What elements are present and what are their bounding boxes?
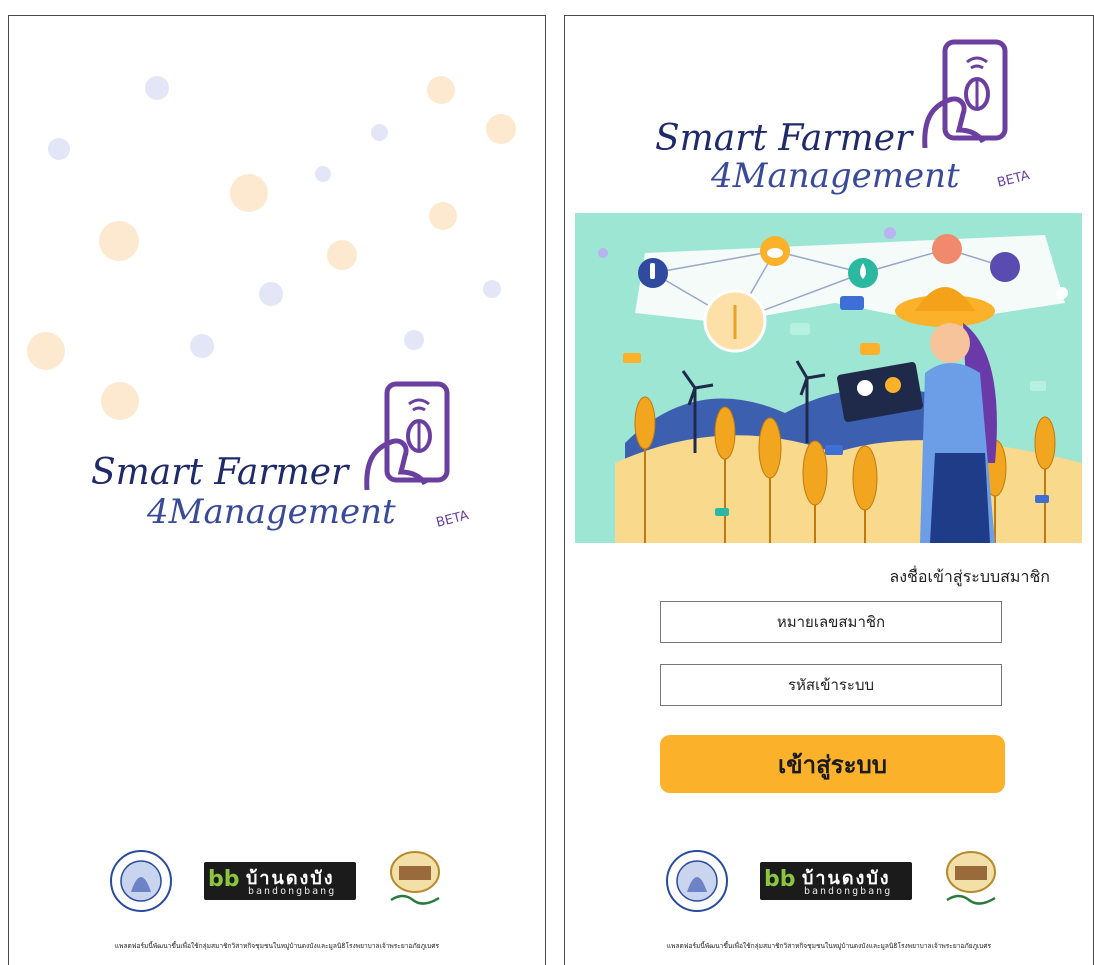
login-button-label: เข้าสู่ระบบ: [778, 750, 887, 779]
foundation-seal-icon: [110, 850, 172, 912]
beta-badge: BETA: [995, 168, 1032, 191]
beta-badge: BETA: [434, 508, 471, 531]
bandongbang-logo: bb บ้านดงบัง bandongbang: [760, 862, 912, 900]
password-input[interactable]: รหัสเข้าระบบ: [660, 664, 1002, 706]
member-id-placeholder: หมายเลขสมาชิก: [776, 613, 886, 631]
password-placeholder: รหัสเข้าระบบ: [787, 676, 875, 694]
partner-logos: bb บ้านดงบัง bandongbang: [565, 848, 1093, 918]
decor-dot: [371, 124, 388, 141]
decor-dot: [427, 76, 455, 104]
decor-dot: [145, 76, 169, 100]
bdb-mark: bb: [208, 867, 240, 892]
decor-dot: [48, 138, 70, 160]
smart-farming-illustration: [598, 227, 1082, 543]
login-screen: Smart Farmer 4Management BETA ลงชื่อเข้า…: [564, 15, 1094, 965]
decor-dot: [190, 334, 214, 358]
decor-dot: [429, 202, 457, 230]
app-logo: Smart Farmer 4Management BETA: [655, 38, 1093, 208]
bdb-latin-name: bandongbang: [248, 886, 337, 897]
decor-dot: [99, 221, 139, 261]
bdb-latin-name: bandongbang: [804, 886, 893, 897]
decor-dot: [259, 282, 283, 306]
login-form: ลงชื่อเข้าสู่ระบบสมาชิก หมายเลขสมาชิก รห…: [585, 547, 1076, 707]
brand-line2: 4Management: [711, 156, 960, 196]
login-title: ลงชื่อเข้าสู่ระบบสมาชิก: [889, 567, 1050, 586]
abhaibhubejhr-logo-icon: [390, 851, 440, 905]
brand-line1: Smart Farmer: [655, 118, 913, 159]
decor-dot: [327, 240, 357, 270]
decor-dot: [315, 166, 331, 182]
bandongbang-logo: bb บ้านดงบัง bandongbang: [204, 862, 356, 900]
abhaibhubejhr-logo-icon: [946, 851, 996, 905]
splash-screen: Smart Farmer 4Management BETA bb บ้านดงบ…: [8, 15, 546, 965]
phone-hand-icon: [922, 39, 1008, 149]
footer-disclaimer: แพลตฟอร์มนี้พัฒนาขึ้นเพื่อใช้กลุ่มสมาชิก…: [666, 942, 992, 950]
brand-line1: Smart Farmer: [91, 452, 349, 493]
foundation-seal-icon: [666, 850, 728, 912]
decor-dot: [230, 174, 268, 212]
app-logo: Smart Farmer 4Management BETA: [91, 380, 531, 550]
brand-line2: 4Management: [147, 492, 396, 532]
decor-dot: [486, 114, 516, 144]
hero-illustration: [575, 213, 1082, 543]
decor-dot: [27, 332, 65, 370]
footer-disclaimer: แพลตฟอร์มนี้พัฒนาขึ้นเพื่อใช้กลุ่มสมาชิก…: [114, 942, 440, 950]
decor-dot: [404, 330, 424, 350]
decor-dot: [483, 280, 501, 298]
bdb-mark: bb: [764, 867, 796, 892]
phone-hand-icon: [364, 381, 450, 491]
login-button[interactable]: เข้าสู่ระบบ: [660, 735, 1005, 793]
member-id-input[interactable]: หมายเลขสมาชิก: [660, 601, 1002, 643]
partner-logos: bb บ้านดงบัง bandongbang: [9, 848, 545, 918]
